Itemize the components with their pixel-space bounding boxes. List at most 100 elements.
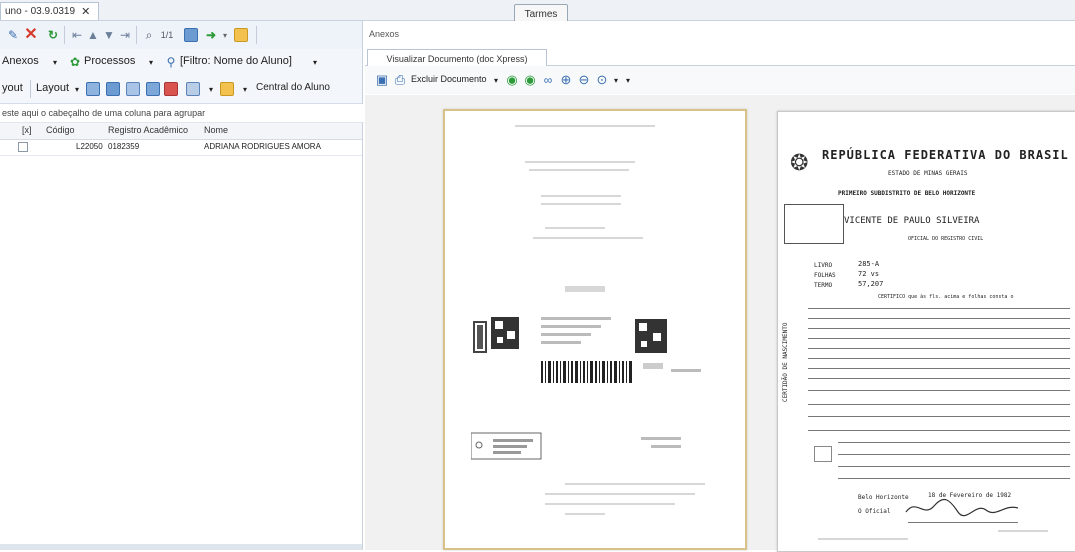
chevron-down-icon[interactable]: ▾ — [489, 73, 503, 87]
anexos-menu[interactable]: Anexos — [2, 55, 39, 67]
layout-button[interactable]: yout — [2, 82, 23, 94]
report-icon[interactable] — [164, 82, 178, 96]
chevron-down-icon[interactable]: ▾ — [70, 82, 84, 96]
layout-toolbar: yout Layout ▾ ▾ ▾ Central do Aluno — [0, 75, 362, 104]
processos-icon: ✿ — [69, 55, 81, 69]
columns-icon[interactable] — [126, 82, 140, 96]
officer-name: VICENTE DE PAULO SILVEIRA — [844, 216, 980, 226]
close-icon[interactable]: ✕ — [81, 5, 90, 18]
last-icon[interactable]: ⇥ — [118, 28, 132, 42]
form-line — [808, 390, 1070, 391]
down-icon[interactable]: ▼ — [102, 28, 116, 42]
livro-label: LIVRO — [814, 262, 833, 269]
separator — [64, 26, 65, 44]
document-tab[interactable]: uno - 03.9.0319 ✕ — [0, 2, 100, 20]
horizontal-scrollbar[interactable] — [0, 544, 362, 550]
filter-label[interactable]: [Filtro: Nome do Aluno] — [180, 55, 292, 67]
scan-text-line — [545, 227, 605, 229]
zoom-out-icon[interactable]: ⊖ — [577, 72, 591, 87]
scan-text-line — [818, 538, 908, 540]
sort-icon[interactable]: 1/1 — [160, 28, 174, 42]
document-page-2[interactable]: ❂ REPÚBLICA FEDERATIVA DO BRASIL ESTADO … — [777, 111, 1075, 552]
row-checkbox[interactable] — [18, 142, 28, 152]
scan-text-line — [515, 125, 655, 127]
left-panel: ✎ ✕ ↻ ⇤ ▲ ▼ ⇥ ⌕ 1/1 ➜ ▾ Anexos ▾ ✿ Proce… — [0, 21, 364, 550]
print-icon[interactable] — [146, 82, 160, 96]
grid-header: [x] Código Registro Acadêmico Nome — [0, 123, 362, 140]
calendar-icon[interactable] — [184, 28, 198, 42]
export-icon[interactable] — [234, 28, 248, 42]
chevron-down-icon[interactable]: ▾ — [308, 55, 322, 69]
up-icon[interactable]: ▲ — [86, 28, 100, 42]
group-panel-hint: este aqui o cabeçalho de uma coluna para… — [0, 104, 364, 123]
import-icon[interactable]: ➜ — [204, 28, 218, 42]
separator — [30, 80, 31, 98]
form-line — [808, 430, 1070, 431]
zoom-in-icon[interactable]: ⊕ — [559, 72, 573, 87]
delete-document-button[interactable]: Excluir Documento — [411, 74, 487, 84]
central-do-aluno-button[interactable]: Central do Aluno — [256, 82, 330, 93]
filter-toolbar: Anexos ▾ ✿ Processos ▾ ⚲ [Filtro: Nome d… — [0, 49, 362, 76]
chart-icon[interactable] — [186, 82, 200, 96]
chevron-down-icon[interactable]: ▾ — [238, 82, 252, 96]
zoom-icon[interactable]: ⊙ — [595, 72, 609, 87]
grid-add-icon[interactable] — [106, 82, 120, 96]
save-icon[interactable]: ▣ — [375, 72, 389, 87]
scan-text-line — [529, 169, 629, 171]
stamp-box — [814, 446, 832, 462]
certificate-state: ESTADO DE MINAS GERAIS — [888, 170, 968, 177]
form-line — [808, 416, 1070, 417]
print-icon[interactable]: ⎙ — [393, 72, 407, 87]
termo-value: 57,207 — [858, 280, 884, 288]
form-line — [838, 478, 1070, 479]
processos-menu[interactable]: Processos — [84, 55, 135, 67]
form-line — [808, 358, 1070, 359]
chevron-down-icon[interactable]: ▾ — [144, 55, 158, 69]
scan-text-line — [565, 483, 705, 485]
livro-value: 285-A — [858, 260, 880, 268]
scan-text-line — [545, 503, 675, 505]
delete-icon[interactable]: ✕ — [24, 26, 38, 43]
cell-codigo: L22050 — [76, 142, 103, 151]
chevron-down-icon[interactable]: ▾ — [204, 82, 218, 96]
folhas-value: 72 vs — [858, 270, 880, 278]
top-tab-strip: uno - 03.9.0319 ✕ Tarmes — [0, 0, 1075, 24]
form-line — [808, 328, 1070, 329]
column-header-codigo[interactable]: Código — [46, 125, 75, 135]
scan-text-line — [545, 493, 695, 495]
separator — [136, 26, 137, 44]
find-icon[interactable]: ⌕ — [142, 28, 156, 42]
table-row[interactable]: L22050 0182359 ADRIANA RODRIGUES AMORA — [0, 140, 362, 156]
document-viewer[interactable]: ❂ REPÚBLICA FEDERATIVA DO BRASIL ESTADO … — [365, 95, 1075, 552]
scan-stamp — [565, 286, 605, 292]
cell-registro: 0182359 — [108, 142, 140, 151]
form-line — [808, 378, 1070, 379]
layout-menu[interactable]: Layout — [36, 82, 69, 94]
edit-icon[interactable]: ✎ — [6, 28, 20, 42]
grid-icon[interactable] — [86, 82, 100, 96]
chevron-down-icon[interactable]: ▾ — [48, 55, 62, 69]
signature-image — [905, 498, 1019, 517]
scan-text-line — [533, 237, 643, 239]
column-header-registro[interactable]: Registro Acadêmico — [108, 125, 188, 135]
first-icon[interactable]: ⇤ — [70, 28, 84, 42]
document-tab-title: uno - 03.9.0319 — [5, 6, 76, 17]
form-line — [808, 404, 1070, 405]
certificate-subdistrict: PRIMEIRO SUBDISTRITO DE BELO HORIZONTE — [838, 190, 976, 197]
form-line — [808, 338, 1070, 339]
next-page-icon[interactable]: ◉ — [523, 72, 537, 87]
form-line — [808, 348, 1070, 349]
save-layout-icon[interactable] — [220, 82, 234, 96]
column-header-nome[interactable]: Nome — [204, 125, 228, 135]
binoculars-icon[interactable]: ∞ — [541, 73, 555, 87]
refresh-icon[interactable]: ↻ — [46, 28, 60, 42]
column-header-select[interactable]: [x] — [22, 125, 32, 135]
document-page-1[interactable] — [443, 109, 747, 550]
previous-page-icon[interactable]: ◉ — [505, 72, 519, 87]
dropdown-icon[interactable]: ▾ — [218, 28, 232, 42]
certificate-header: REPÚBLICA FEDERATIVA DO BRASIL — [822, 148, 1069, 162]
folhas-label: FOLHAS — [814, 272, 836, 279]
scan-text-line — [525, 161, 635, 163]
chevron-down-icon[interactable]: ▾ — [621, 73, 635, 87]
separator — [256, 26, 257, 44]
